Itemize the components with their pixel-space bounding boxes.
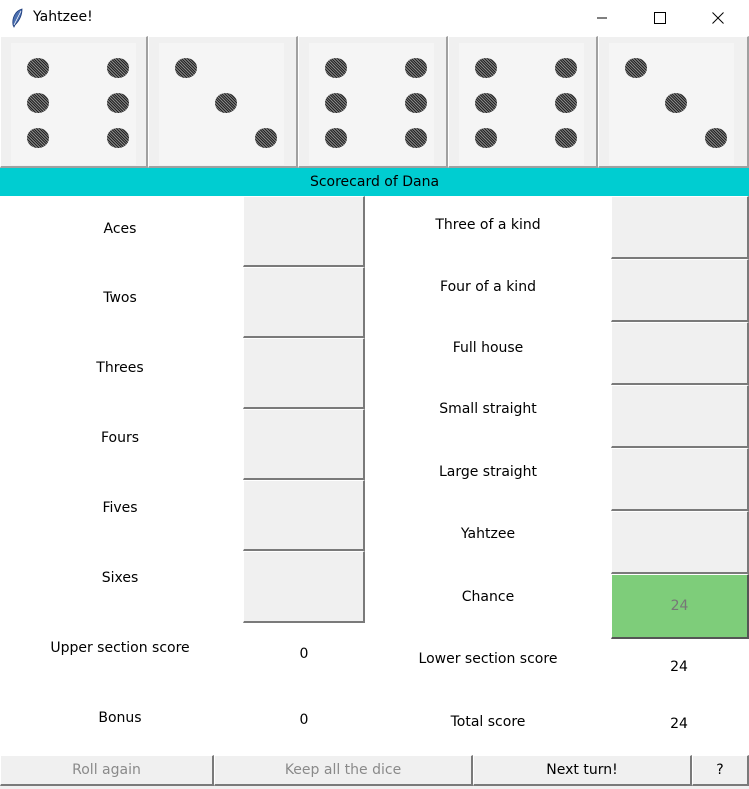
score-button-full-house[interactable] — [611, 322, 749, 385]
die-pip — [555, 93, 577, 113]
label-upper-section-score: Upper section score — [50, 640, 190, 656]
score-button-fives[interactable] — [243, 480, 365, 551]
keep-all-dice-button[interactable]: Keep all the dice — [214, 755, 473, 786]
maximize-button[interactable] — [631, 0, 689, 36]
bonus-value: 0 — [299, 712, 309, 728]
die-face — [609, 43, 734, 165]
die-face — [309, 43, 434, 165]
label-bonus: Bonus — [98, 710, 142, 726]
die-4[interactable] — [448, 36, 598, 168]
label-aces: Aces — [103, 221, 137, 237]
label-full-house: Full house — [452, 340, 524, 356]
die-pip — [625, 58, 647, 78]
die-pip — [475, 128, 497, 148]
die-pip — [405, 128, 427, 148]
die-pip — [27, 128, 49, 148]
die-pip — [475, 93, 497, 113]
feather-icon — [10, 8, 24, 28]
score-button-sixes[interactable] — [243, 551, 365, 623]
die-face — [159, 43, 284, 165]
die-1[interactable] — [0, 36, 148, 168]
die-pip — [405, 58, 427, 78]
minimize-icon — [596, 12, 608, 24]
scorecard-title: Scorecard of Dana — [0, 168, 749, 196]
die-pip — [107, 128, 129, 148]
die-pip — [175, 58, 197, 78]
die-pip — [107, 58, 129, 78]
die-pip — [555, 128, 577, 148]
die-pip — [107, 93, 129, 113]
die-pip — [475, 58, 497, 78]
die-5[interactable] — [598, 36, 749, 168]
help-button[interactable]: ? — [692, 755, 749, 786]
die-pip — [325, 93, 347, 113]
die-pip — [255, 128, 277, 148]
score-button-fours[interactable] — [243, 409, 365, 480]
label-lower-section-score: Lower section score — [418, 651, 558, 667]
window-title: Yahtzee! — [33, 9, 93, 25]
score-button-twos[interactable] — [243, 267, 365, 338]
die-pip — [665, 93, 687, 113]
next-turn-button[interactable]: Next turn! — [473, 755, 692, 786]
label-four-of-a-kind: Four of a kind — [440, 279, 536, 295]
lower-section-score-value: 24 — [670, 659, 688, 675]
action-bar: Roll again Keep all the dice Next turn! … — [0, 755, 749, 789]
die-pip — [705, 128, 727, 148]
score-button-large-straight[interactable] — [611, 448, 749, 511]
close-icon — [712, 12, 724, 24]
die-3[interactable] — [298, 36, 448, 168]
close-button[interactable] — [689, 0, 747, 36]
label-chance: Chance — [461, 589, 515, 605]
label-three-of-a-kind: Three of a kind — [435, 217, 541, 233]
die-face — [11, 43, 136, 165]
title-bar: Yahtzee! — [0, 0, 749, 36]
score-button-yahtzee[interactable] — [611, 511, 749, 574]
label-fives: Fives — [102, 500, 138, 516]
score-button-chance[interactable]: 24 — [611, 574, 749, 639]
die-pip — [215, 93, 237, 113]
total-score-value: 24 — [670, 716, 688, 732]
upper-section-score-value: 0 — [299, 646, 309, 662]
minimize-button[interactable] — [573, 0, 631, 36]
label-yahtzee: Yahtzee — [460, 526, 516, 542]
roll-again-button[interactable]: Roll again — [0, 755, 214, 786]
dice-row — [0, 36, 749, 168]
score-button-small-straight[interactable] — [611, 385, 749, 448]
die-pip — [555, 58, 577, 78]
label-total-score: Total score — [450, 714, 526, 730]
label-large-straight: Large straight — [438, 464, 538, 480]
score-button-four-of-a-kind[interactable] — [611, 259, 749, 322]
score-button-threes[interactable] — [243, 338, 365, 409]
label-small-straight: Small straight — [439, 401, 537, 417]
die-2[interactable] — [148, 36, 298, 168]
die-pip — [27, 93, 49, 113]
maximize-icon — [654, 12, 666, 24]
label-sixes: Sixes — [101, 570, 139, 586]
die-pip — [405, 93, 427, 113]
label-threes: Threes — [96, 360, 144, 376]
die-pip — [325, 128, 347, 148]
die-pip — [27, 58, 49, 78]
die-face — [459, 43, 584, 165]
score-button-three-of-a-kind[interactable] — [611, 196, 749, 259]
score-button-aces[interactable] — [243, 196, 365, 267]
label-fours: Fours — [100, 430, 140, 446]
label-twos: Twos — [103, 290, 137, 306]
die-pip — [325, 58, 347, 78]
